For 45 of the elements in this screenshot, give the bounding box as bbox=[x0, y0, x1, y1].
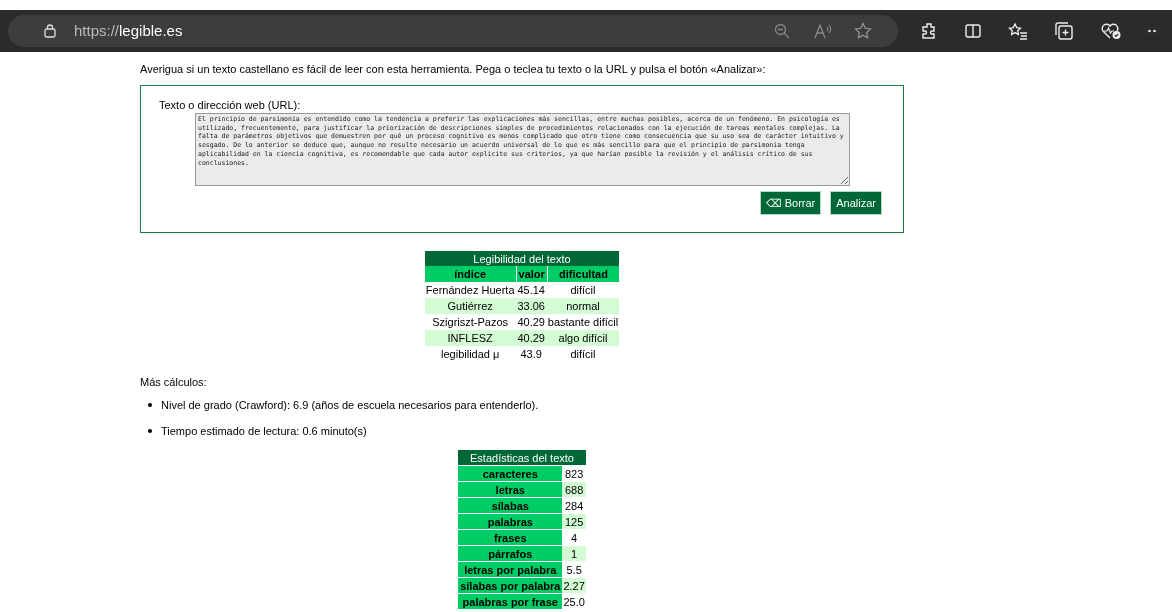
table-cell: 40.29 bbox=[515, 330, 547, 346]
section-heading: Más cálculos: bbox=[140, 375, 208, 389]
table-cell: algo difícil bbox=[546, 330, 620, 346]
row-label: párrafos bbox=[458, 545, 563, 561]
table-title: Estadísticas del texto bbox=[458, 450, 586, 465]
table-cell: Gutiérrez bbox=[424, 298, 516, 314]
row-label: caracteres bbox=[458, 465, 563, 481]
bullet-icon bbox=[148, 403, 152, 407]
address-bar[interactable]: https://legible.es bbox=[8, 15, 898, 47]
table-cell: 2.27 bbox=[562, 577, 586, 593]
favorites-list-icon[interactable] bbox=[1008, 22, 1028, 40]
collections-icon[interactable] bbox=[1054, 22, 1074, 40]
table-title: Legibilidad del texto bbox=[424, 251, 620, 266]
row-label: sílabas por palabra bbox=[458, 577, 563, 593]
list-item-text: Tiempo estimado de lectura: 0.6 minuto(s) bbox=[161, 424, 367, 438]
row-label: palabras por frase bbox=[458, 593, 563, 609]
table-cell: 688 bbox=[562, 481, 586, 497]
field-label: Texto o dirección web (URL): bbox=[159, 99, 302, 112]
bullet-icon bbox=[148, 429, 152, 433]
column-header: dificultad bbox=[546, 266, 620, 282]
zoom-out-icon[interactable] bbox=[774, 23, 790, 39]
row-label: sílabas bbox=[458, 497, 563, 513]
column-header: índice bbox=[424, 266, 516, 282]
more-options-icon[interactable] bbox=[1148, 29, 1156, 33]
analyze-button[interactable]: Analizar bbox=[830, 191, 882, 215]
list-item-text: Nivel de grado (Crawford): 6.9 (años de escuela necesarios para entenderlo). bbox=[161, 398, 539, 412]
health-heart-icon[interactable] bbox=[1100, 22, 1122, 40]
lock-icon bbox=[44, 24, 56, 38]
row-label: frases bbox=[458, 529, 563, 545]
favorite-star-icon[interactable] bbox=[854, 22, 872, 40]
table-cell: normal bbox=[546, 298, 620, 314]
read-aloud-icon[interactable] bbox=[814, 23, 832, 39]
column-header: valor bbox=[515, 266, 547, 282]
intro-text: Averigua si un texto castellano es fácil de leer con esta herramienta. Pega o teclea tu texto o la URL y pulsa el botón «Analizar»: bbox=[140, 62, 767, 76]
row-label: palabras bbox=[458, 513, 563, 529]
extensions-icon[interactable] bbox=[920, 22, 938, 40]
clear-button[interactable]: ⌫ Borrar bbox=[759, 191, 822, 215]
url-text: https://legible.es bbox=[74, 20, 183, 41]
table-cell: 33.06 bbox=[515, 298, 547, 314]
table-cell: 1 bbox=[562, 545, 586, 561]
table-cell: INFLESZ bbox=[424, 330, 516, 346]
table-cell: 125 bbox=[562, 513, 586, 529]
row-label: letras bbox=[458, 481, 563, 497]
row-label: letras por palabra bbox=[458, 561, 563, 577]
split-screen-icon[interactable] bbox=[964, 22, 982, 40]
